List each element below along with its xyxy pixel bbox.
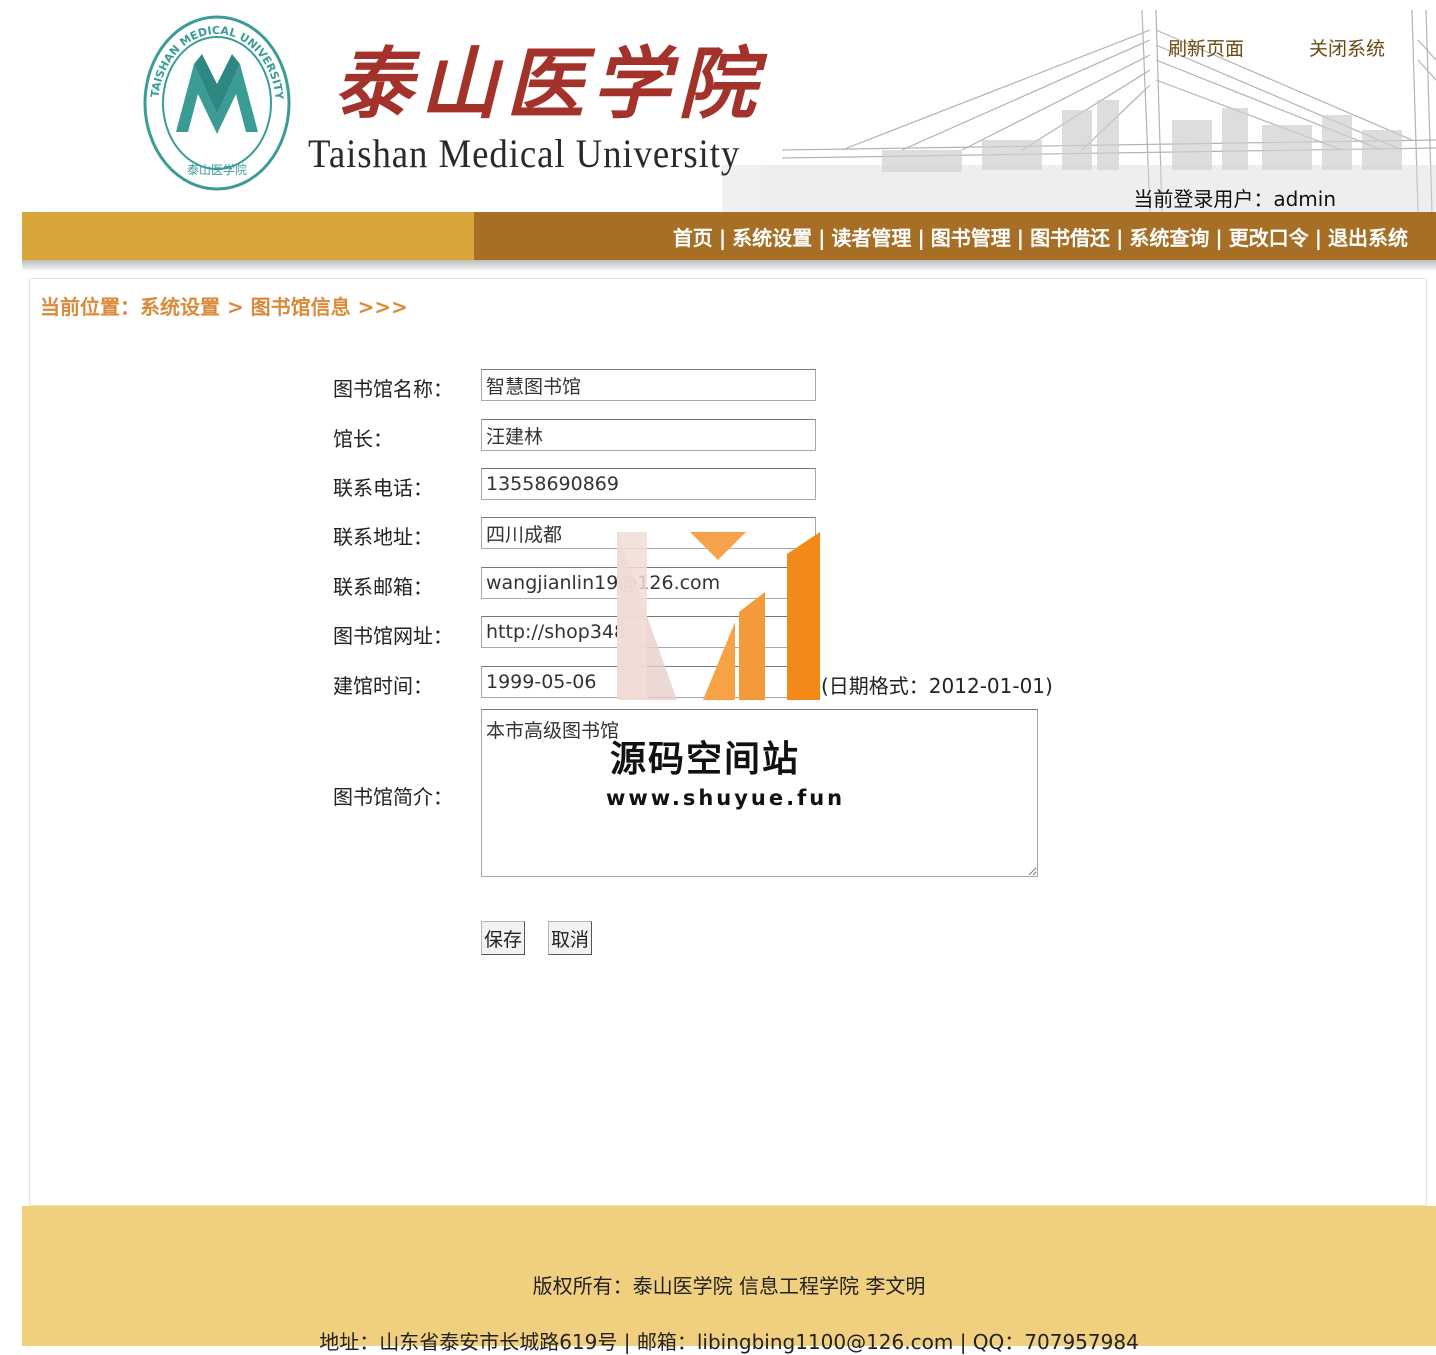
intro-label: 图书馆简介： [333,785,453,809]
watermark-url: www.shuyue.fun [606,786,846,810]
nav-item-system-settings[interactable]: 系统设置 [732,226,812,250]
page-header: TAISHAN MEDICAL UNIVERSITY 泰山医学院 泰山医学院 T… [22,0,1436,212]
nav-item-change-password[interactable]: 更改口令 [1229,226,1309,250]
nav-item-book-management[interactable]: 图书管理 [931,226,1011,250]
footer-contact: 地址：山东省泰安市长城路619号 | 邮箱：libingbing1100@126… [319,1330,1139,1354]
refresh-page-link[interactable]: 刷新页面 [1168,34,1244,61]
nav-item-logout[interactable]: 退出系统 [1328,226,1408,250]
email-label: 联系邮箱： [333,575,433,599]
close-system-link[interactable]: 关闭系统 [1309,34,1385,61]
date-format-hint: (日期格式：2012-01-01) [821,674,1053,698]
watermark-logo [617,532,820,700]
website-label: 图书馆网址： [333,624,453,648]
watermark-title: 源码空间站 [610,739,801,780]
nav-separator: | [818,226,826,250]
current-user-label: 当前登录用户：admin [1133,187,1336,211]
breadcrumb: 当前位置：系统设置 > 图书馆信息 >>> [40,295,408,319]
nav-shadow-divider [22,260,1436,270]
university-title-en: Taishan Medical University [308,131,741,176]
nav-item-system-query[interactable]: 系统查询 [1129,226,1209,250]
cancel-button[interactable]: 取消 [548,921,593,955]
nav-item-reader-management[interactable]: 读者管理 [831,226,911,250]
phone-input[interactable] [481,468,816,500]
nav-separator: | [1116,226,1124,250]
nav-links: 首页 | 系统设置 | 读者管理 | 图书管理 | 图书借还 | 系统查询 | 更改口令 | 退出系统 [673,222,1408,251]
curator-input[interactable] [481,419,816,451]
footer-copyright: 版权所有：泰山医学院 信息工程学院 李文明 [532,1274,926,1298]
library-name-input[interactable] [481,369,816,401]
nav-item-home[interactable]: 首页 [673,226,713,250]
svg-text:泰山医学院: 泰山医学院 [187,162,247,177]
nav-separator: | [718,226,727,250]
page-footer: 版权所有：泰山医学院 信息工程学院 李文明 地址：山东省泰安市长城路619号 |… [22,1206,1436,1354]
curator-label: 馆长： [333,427,393,451]
main-nav-bar: 首页 | 系统设置 | 读者管理 | 图书管理 | 图书借还 | 系统查询 | 更改口令 | 退出系统 [22,212,1436,260]
save-button[interactable]: 保存 [481,921,526,955]
phone-label: 联系电话： [333,476,433,500]
university-seal-logo: TAISHAN MEDICAL UNIVERSITY 泰山医学院 [143,15,291,191]
founded-label: 建馆时间： [333,674,433,698]
nav-separator: | [1016,226,1025,250]
nav-separator: | [917,226,925,250]
address-label: 联系地址： [333,525,433,549]
library-name-label: 图书馆名称： [333,377,453,401]
nav-separator: | [1314,226,1322,250]
university-title-cn: 泰山医学院 [334,39,765,130]
nav-item-borrow-return[interactable]: 图书借还 [1030,226,1110,250]
nav-separator: | [1215,226,1223,250]
